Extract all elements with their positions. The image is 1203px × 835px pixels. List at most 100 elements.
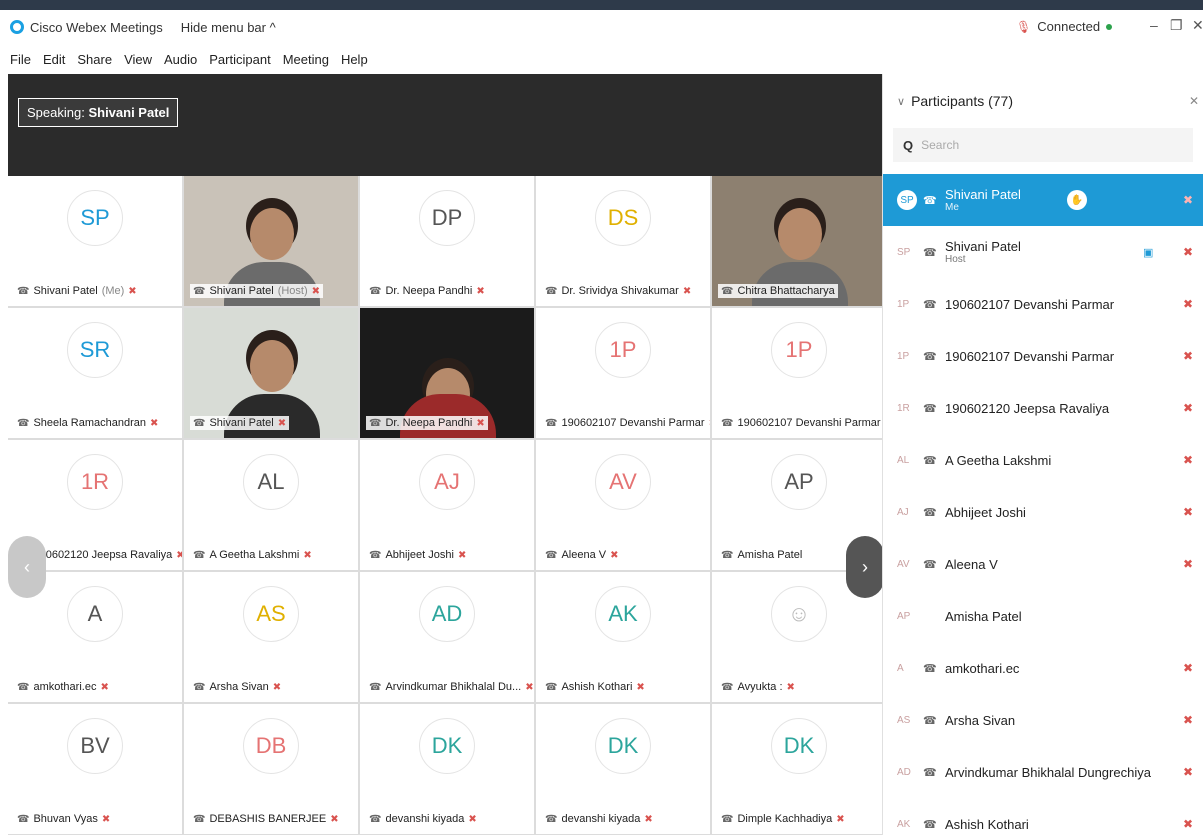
participant-row[interactable]: AL ☎ A Geetha Lakshmi ✖ (883, 434, 1203, 486)
video-tile[interactable]: DK ☎ devanshi kiyada ✖ (536, 704, 710, 834)
mic-muted-icon[interactable]: ✖ (1183, 193, 1193, 207)
mic-muted-icon[interactable]: ✖ (1183, 297, 1193, 311)
restore-icon[interactable]: ❐ (1170, 17, 1183, 34)
participant-row[interactable]: A ☎ amkothari.ec ✖ (883, 642, 1203, 694)
mic-muted-icon[interactable]: ✖ (1183, 245, 1193, 259)
participant-info: Amisha Patel (945, 609, 1022, 624)
menu-edit[interactable]: Edit (43, 52, 65, 67)
participant-name: Aleena V (945, 556, 998, 572)
close-panel-icon[interactable]: ✕ (1189, 94, 1199, 108)
video-tile[interactable]: AV ☎ Aleena V ✖ (536, 440, 710, 570)
user-placeholder-icon: ☺ (771, 586, 827, 642)
mic-muted-icon[interactable]: ✖ (1183, 557, 1193, 571)
video-tile[interactable]: AK ☎ Ashish Kothari ✖ (536, 572, 710, 702)
menu-view[interactable]: View (124, 52, 152, 67)
participant-avatar: AK (897, 818, 911, 830)
participant-row[interactable]: AS ☎ Arsha Sivan ✖ (883, 694, 1203, 746)
participant-avatar: AL (897, 454, 910, 466)
participant-name: Amisha Patel (945, 608, 1022, 624)
video-tile[interactable]: ☎ Shivani Patel ✖ (184, 308, 358, 438)
mic-muted-icon[interactable]: ✖ (1183, 661, 1193, 675)
video-tile[interactable]: 1P☎190602107 Devanshi Parmar✖ (536, 308, 710, 438)
video-area: Speaking: Shivani Patel SP ☎ Shivani Patel… (8, 74, 886, 835)
audio-type-icon: ☎ (369, 549, 382, 561)
video-tile[interactable]: DK ☎ devanshi kiyada ✖ (360, 704, 534, 834)
participant-row[interactable]: SP ☎ Shivani Patel Me ✋ ✖ (883, 174, 1203, 226)
search-input[interactable]: Search (921, 138, 959, 152)
video-tile[interactable]: BV ☎ Bhuvan Vyas ✖ (8, 704, 182, 834)
participant-name: devanshi kiyada (561, 813, 641, 825)
participant-row[interactable]: SP ☎ Shivani Patel Host ▣ ✖ (883, 226, 1203, 278)
audio-type-icon: ☎ (193, 549, 206, 561)
participant-avatar: SP (897, 246, 911, 258)
mic-muted-icon[interactable]: ✖ (1183, 765, 1193, 779)
mic-muted-icon[interactable]: ✖ (1183, 505, 1193, 519)
video-tile[interactable]: DS ☎ Dr. Srividya Shivakumar ✖ (536, 176, 710, 306)
video-tile[interactable]: AL ☎ A Geetha Lakshmi ✖ (184, 440, 358, 570)
participant-avatar: 1R (897, 402, 910, 414)
participant-row[interactable]: 1P ☎ 190602107 Devanshi Parmar ✖ (883, 278, 1203, 330)
tile-name-label: ☎ Dr. Neepa Pandhi ✖ (366, 416, 488, 430)
participant-search[interactable]: Q Search (893, 128, 1193, 162)
close-icon[interactable]: ✕ (1192, 17, 1203, 34)
participant-row[interactable]: AV ☎ Aleena V ✖ (883, 538, 1203, 590)
menu-participant[interactable]: Participant (209, 52, 270, 67)
participant-info: 190602120 Jeepsa Ravaliya (945, 401, 1109, 416)
video-tile[interactable]: AJ ☎ Abhijeet Joshi ✖ (360, 440, 534, 570)
participant-row[interactable]: 1R ☎ 190602120 Jeepsa Ravaliya ✖ (883, 382, 1203, 434)
minimize-icon[interactable]: – (1150, 17, 1158, 33)
headset-icon: ☎ (923, 558, 937, 571)
video-tile[interactable]: SR ☎ Sheela Ramachandran ✖ (8, 308, 182, 438)
menu-help[interactable]: Help (341, 52, 368, 67)
video-tile[interactable]: DP ☎ Dr. Neepa Pandhi ✖ (360, 176, 534, 306)
prev-page-button[interactable]: ‹ (8, 536, 46, 598)
menu-file[interactable]: File (10, 52, 31, 67)
audio-type-icon: ☎ (193, 285, 206, 297)
video-tile[interactable]: AD ☎ Arvindkumar Bhikhalal Du... ✖ (360, 572, 534, 702)
audio-type-icon: ☎ (17, 417, 30, 429)
avatar: BV (67, 718, 123, 774)
participant-row[interactable]: AJ ☎ Abhijeet Joshi ✖ (883, 486, 1203, 538)
next-page-button[interactable]: › (846, 536, 884, 598)
video-tile[interactable]: ☎ Chitra Bhattacharya (712, 176, 886, 306)
mic-muted-icon[interactable]: ✖ (1183, 401, 1193, 415)
audio-type-icon: ☎ (545, 681, 558, 693)
mic-muted-icon[interactable]: ✖ (1183, 453, 1193, 467)
menu-audio[interactable]: Audio (164, 52, 197, 67)
mic-muted-icon: ✖ (682, 285, 692, 297)
video-tile[interactable]: DK ☎ Dimple Kachhadiya ✖ (712, 704, 886, 834)
participant-role: Host (945, 254, 966, 265)
mic-muted-icon[interactable]: ✖ (1183, 713, 1193, 727)
participant-name: Ashish Kothari (561, 681, 633, 693)
video-tile[interactable]: ☎ Dr. Neepa Pandhi ✖ (360, 308, 534, 438)
audio-type-icon: ☎ (721, 813, 734, 825)
avatar: 1P (771, 322, 827, 378)
participants-header[interactable]: ∨ Participants (77) (883, 74, 1203, 128)
hide-menu-bar-button[interactable]: Hide menu bar ^ (181, 20, 276, 35)
video-tile[interactable]: AS ☎ Arsha Sivan ✖ (184, 572, 358, 702)
video-tile[interactable]: ☎ Shivani Patel (Host) ✖ (184, 176, 358, 306)
participant-name: 190602107 Devanshi Parmar (561, 417, 705, 429)
menu-share[interactable]: Share (77, 52, 112, 67)
participant-info: Aleena V (945, 557, 998, 572)
connection-status[interactable]: 🎙 Connected (1016, 19, 1113, 34)
participant-row[interactable]: 1P ☎ 190602107 Devanshi Parmar ✖ (883, 330, 1203, 382)
participant-tag: (Me) (101, 285, 125, 297)
mic-muted-icon[interactable]: ✖ (1183, 817, 1193, 831)
participant-name: Shivani Patel (945, 187, 1021, 202)
participant-row[interactable]: AK ☎ Ashish Kothari ✖ (883, 798, 1203, 835)
speaking-name: Shivani Patel (88, 105, 170, 120)
raise-hand-icon[interactable]: ✋ (1067, 190, 1087, 210)
participant-row[interactable]: AD ☎ Arvindkumar Bhikhalal Dungrechiya ✖ (883, 746, 1203, 798)
mic-muted-icon: ✖ (311, 285, 321, 297)
video-tile[interactable]: SP ☎ Shivani Patel (Me) ✖ (8, 176, 182, 306)
chevron-down-icon[interactable]: ∨ (897, 95, 905, 108)
audio-type-icon: ☎ (369, 417, 382, 429)
video-tile[interactable]: 1P☎190602107 Devanshi Parmar✖ (712, 308, 886, 438)
menu-meeting[interactable]: Meeting (283, 52, 329, 67)
video-tile[interactable]: DB ☎ DEBASHIS BANERJEE ✖ (184, 704, 358, 834)
participant-name: Aleena V (561, 549, 607, 561)
mic-muted-icon[interactable]: ✖ (1183, 349, 1193, 363)
participant-row[interactable]: AP Amisha Patel (883, 590, 1203, 642)
mic-muted-icon: ✖ (277, 417, 287, 429)
